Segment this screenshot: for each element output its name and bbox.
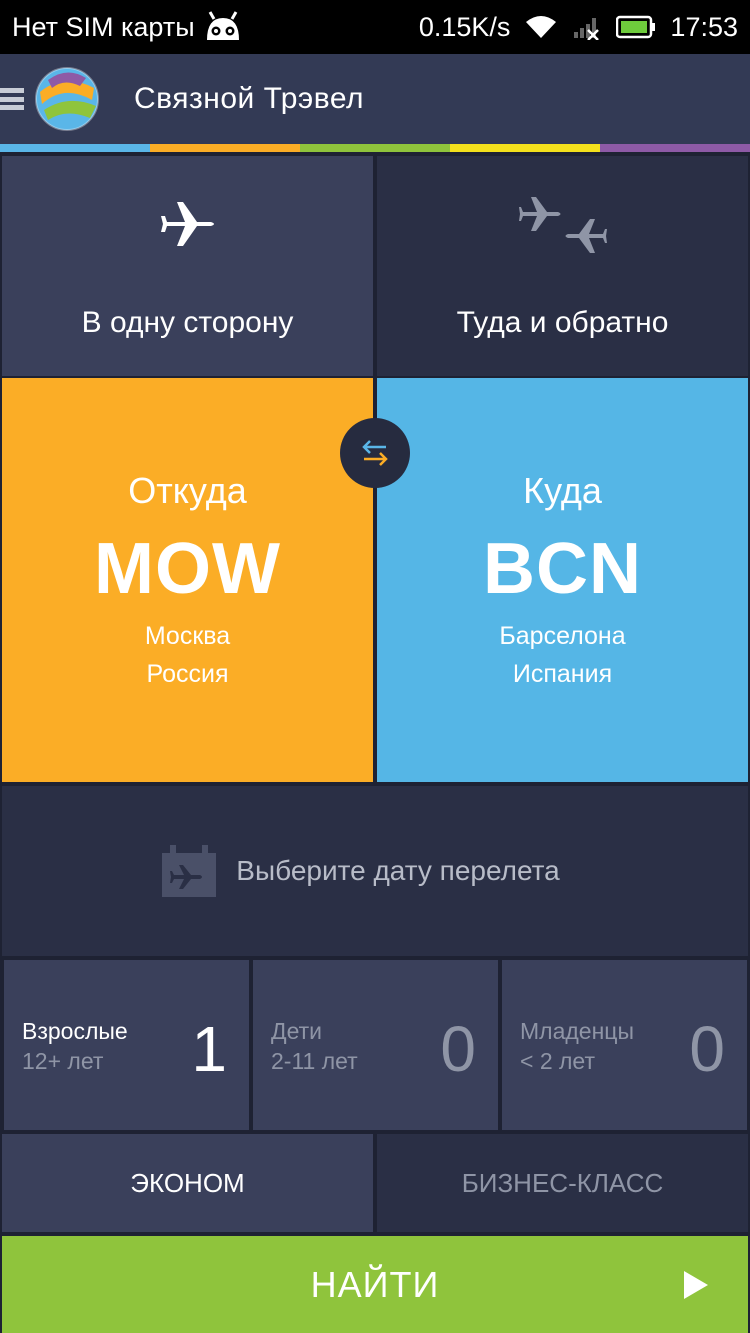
economy-tab[interactable]: ЭКОНОМ bbox=[2, 1134, 373, 1232]
adults-count: 1 bbox=[191, 1013, 227, 1085]
play-icon bbox=[684, 1271, 708, 1299]
swap-icon bbox=[362, 440, 388, 466]
plane-icon bbox=[161, 202, 214, 246]
menu-icon[interactable] bbox=[0, 82, 26, 116]
swap-button[interactable] bbox=[340, 418, 410, 488]
clock: 17:53 bbox=[670, 11, 738, 42]
destination-code: BCN bbox=[483, 529, 642, 609]
cabin-class-selector: ЭКОНОМ БИЗНЕС-КЛАСС bbox=[0, 1134, 750, 1232]
search-button[interactable]: НАЙТИ bbox=[2, 1236, 748, 1333]
children-label: Дети bbox=[271, 1018, 322, 1044]
one-way-label: В одну сторону bbox=[81, 306, 294, 339]
infants-label: Младенцы bbox=[520, 1018, 634, 1044]
origin-city: Москва bbox=[144, 622, 231, 650]
infants-count: 0 bbox=[689, 1013, 725, 1085]
android-icon bbox=[206, 11, 239, 40]
trip-type-selector: В одну сторону Туда и обратно bbox=[0, 156, 750, 376]
round-trip-label: Туда и обратно bbox=[456, 306, 669, 339]
business-tab[interactable]: БИЗНЕС-КЛАСС bbox=[377, 1134, 748, 1232]
date-placeholder: Выберите дату перелета bbox=[236, 855, 560, 886]
origin-caption: Откуда bbox=[128, 470, 247, 511]
calendar-plane-icon bbox=[162, 845, 217, 897]
destination-tile[interactable]: Куда BCN Барселона Испания bbox=[377, 378, 748, 782]
accent-strip bbox=[0, 144, 750, 152]
infants-age: < 2 лет bbox=[520, 1048, 595, 1074]
children-counter[interactable]: Дети 2-11 лет 0 bbox=[253, 960, 498, 1130]
battery-icon bbox=[616, 15, 656, 39]
destination-city: Барселона bbox=[499, 622, 626, 650]
origin-country: Россия bbox=[146, 660, 229, 688]
round-trip-tab[interactable]: Туда и обратно bbox=[377, 156, 748, 376]
destination-caption: Куда bbox=[523, 470, 602, 511]
origin-tile[interactable]: Откуда MOW Москва Россия bbox=[2, 378, 373, 782]
adults-age: 12+ лет bbox=[22, 1048, 104, 1074]
adults-label: Взрослые bbox=[22, 1018, 128, 1044]
app-logo bbox=[35, 67, 99, 131]
children-count: 0 bbox=[440, 1013, 476, 1085]
round-trip-planes-icon bbox=[519, 197, 607, 253]
carrier-label: Нет SIM карты bbox=[12, 11, 195, 42]
signal-icon bbox=[574, 18, 600, 40]
date-picker[interactable]: Выберите дату перелета bbox=[2, 786, 748, 956]
adults-counter[interactable]: Взрослые 12+ лет 1 bbox=[4, 960, 249, 1130]
app-bar: Связной Трэвел bbox=[0, 54, 750, 144]
infants-counter[interactable]: Младенцы < 2 лет 0 bbox=[502, 960, 747, 1130]
app-title: Связной Трэвел bbox=[134, 82, 365, 115]
one-way-tab[interactable]: В одну сторону bbox=[2, 156, 373, 376]
origin-code: MOW bbox=[94, 529, 281, 609]
wifi-icon bbox=[526, 16, 557, 38]
network-speed: 0.15K/s bbox=[418, 11, 511, 42]
search-label: НАЙТИ bbox=[310, 1263, 440, 1305]
children-age: 2-11 лет bbox=[271, 1048, 358, 1074]
destination-country: Испания bbox=[512, 660, 613, 688]
passenger-selector: Взрослые 12+ лет 1 Дети 2-11 лет 0 Младе… bbox=[0, 958, 750, 1132]
status-bar: Нет SIM карты 0.15K/s 17:53 bbox=[0, 0, 750, 54]
